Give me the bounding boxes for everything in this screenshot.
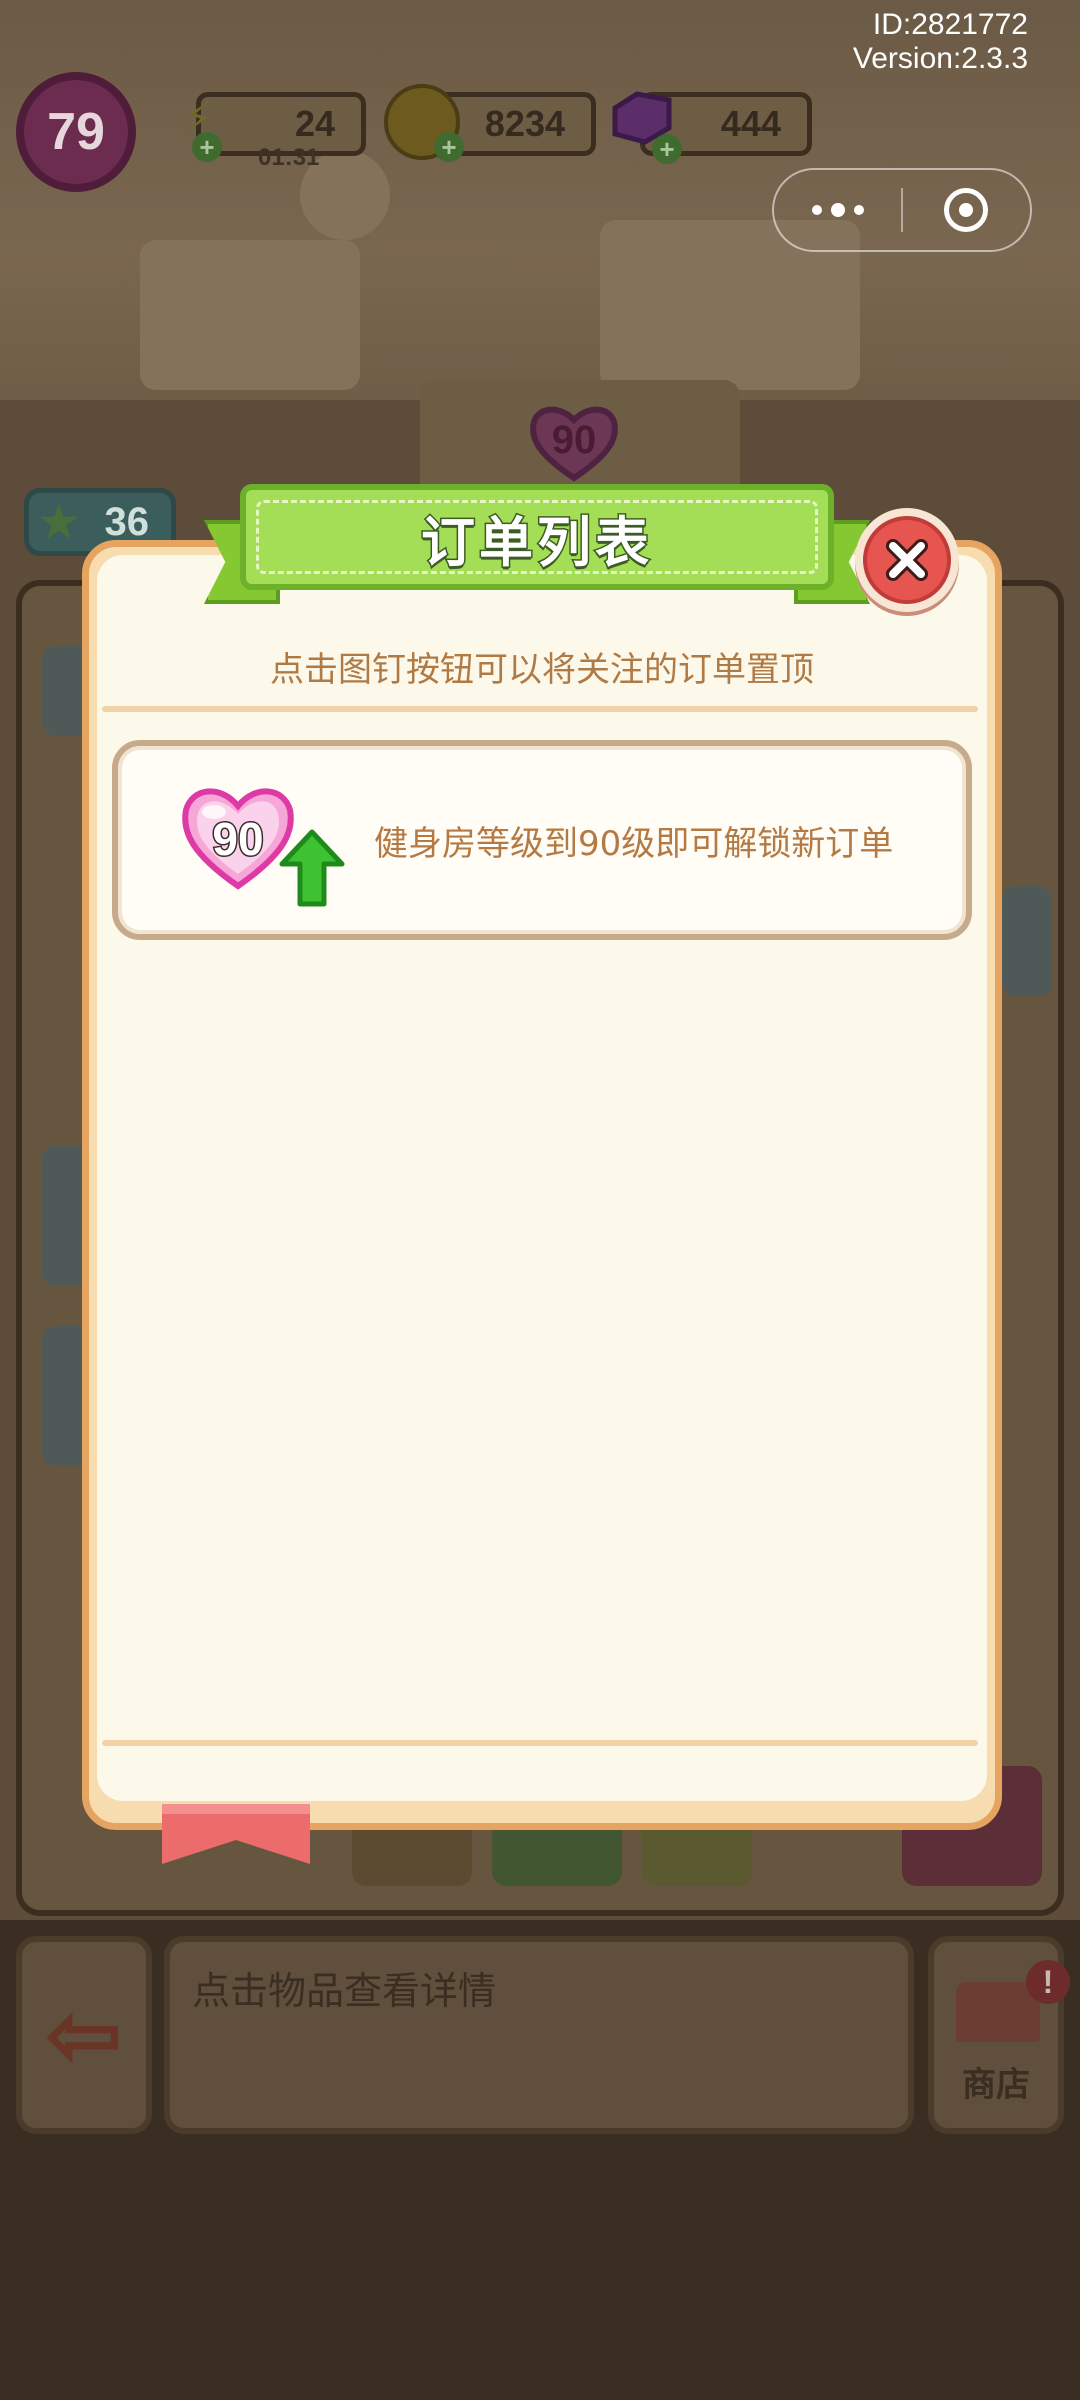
bookmark-ribbon-top: [162, 1804, 310, 1814]
exit-arrow-icon: ⇦: [46, 1985, 122, 2086]
build-info: ID:2821772 Version:2.3.3: [853, 8, 1028, 76]
locked-order-card: 90 健身房等级到90级即可解锁新订单: [112, 740, 972, 940]
energy-value: 24: [294, 103, 335, 144]
more-options-button[interactable]: [774, 170, 901, 250]
wall-decoration: [140, 240, 360, 390]
add-coins-button[interactable]: +: [434, 132, 464, 162]
player-id: ID:2821772: [872, 8, 1028, 41]
divider-top: [102, 706, 978, 712]
close-button[interactable]: [855, 508, 959, 612]
close-icon: [863, 516, 951, 604]
divider-bottom: [102, 1740, 978, 1746]
target-icon: [944, 188, 989, 232]
item-detail-box: 点击物品查看详情: [164, 1936, 914, 2134]
star-count: 36: [104, 499, 150, 544]
modal-title: 订单列表: [420, 509, 653, 575]
add-energy-button[interactable]: +: [192, 132, 222, 162]
shop-alert-badge: !: [1026, 1960, 1070, 2004]
add-gems-button[interactable]: +: [652, 134, 682, 164]
close-miniprogram-button[interactable]: [903, 170, 1030, 250]
order-list-modal: 订单列表 点击图钉按钮可以将关注的订单置顶 90 健身房等级到90级即可解锁新订…: [82, 484, 1002, 1864]
ribbon-banner: 订单列表: [240, 484, 834, 590]
pin-hint-text: 点击图钉按钮可以将关注的订单置顶: [270, 650, 814, 690]
gym-level-number: 90: [551, 418, 597, 462]
shop-button[interactable]: 商店 !: [928, 1936, 1070, 2134]
exit-button[interactable]: ⇦: [16, 1936, 152, 2134]
version-text: Version:2.3.3: [852, 42, 1028, 75]
modal-panel: [82, 540, 1002, 1830]
star-icon: ★: [39, 498, 79, 547]
more-dots-icon: [811, 203, 864, 217]
miniprogram-capsule: [772, 168, 1032, 252]
gym-level-heart-icon: 90: [528, 402, 620, 482]
gem-value: 444: [720, 103, 781, 144]
item-detail-placeholder: 点击物品查看详情: [192, 1969, 497, 2013]
player-level-badge[interactable]: 79: [16, 72, 136, 192]
bottom-bar: ⇦ 点击物品查看详情 商店 !: [0, 1920, 1080, 2400]
energy-timer: 01:31: [258, 144, 320, 171]
title-ribbon: 订单列表: [204, 484, 870, 604]
shop-label: 商店: [962, 2065, 1030, 2105]
level-up-arrow-icon: [279, 829, 345, 907]
coin-value: 8234: [484, 103, 565, 144]
unlock-requirement-text: 健身房等级到90级即可解锁新订单: [374, 824, 894, 864]
board-item[interactable]: [1002, 886, 1052, 996]
